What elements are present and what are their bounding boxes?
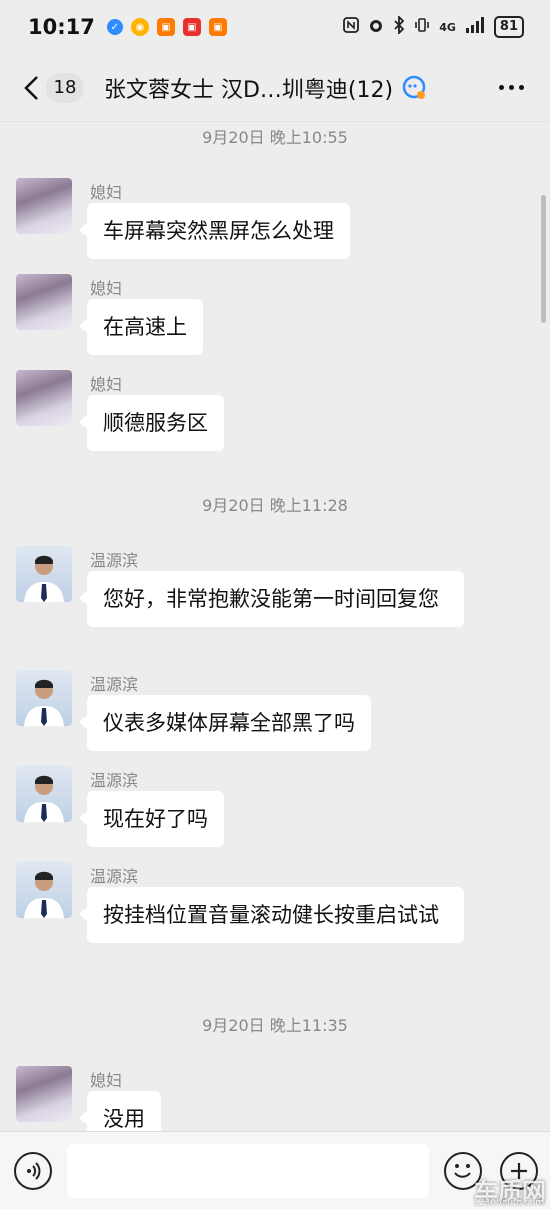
message-bubble[interactable]: 在高速上 <box>79 299 203 355</box>
watermark-url: 12365auto.com <box>473 1198 544 1208</box>
sender-name: 温源滨 <box>90 675 139 694</box>
status-time: 10:17 <box>28 15 95 39</box>
notification-icons: ✓ ◉ ▣ ▣ ▣ <box>106 18 227 36</box>
avatar[interactable] <box>16 546 72 602</box>
message-bubble[interactable]: 车屏幕突然黑屏怎么处理 <box>79 203 350 259</box>
sender-name: 温源滨 <box>90 771 139 790</box>
message-bubble[interactable]: 顺德服务区 <box>79 395 224 451</box>
taobao-app-icon-2: ▣ <box>208 18 227 36</box>
sender-name: 媳妇 <box>90 1071 123 1090</box>
avatar[interactable] <box>16 670 72 726</box>
sender-name: 媳妇 <box>90 183 123 202</box>
message-bubble[interactable]: 仪表多媒体屏幕全部黑了吗 <box>79 695 371 751</box>
battery-level: 81 <box>493 16 524 38</box>
network-type: 4G <box>439 20 456 34</box>
input-bar <box>0 1131 550 1209</box>
signal-icon <box>465 17 485 37</box>
avatar[interactable] <box>16 766 72 822</box>
message-item: 媳妇 没用 <box>16 1066 536 1131</box>
weibo-icon: ◉ <box>130 18 149 36</box>
sender-name: 媳妇 <box>90 279 123 298</box>
message-bubble[interactable]: 您好，非常抱歉没能第一时间回复您 <box>79 571 464 627</box>
system-icons: 4G 81 <box>343 14 524 38</box>
vibrate-icon <box>414 17 430 37</box>
avatar[interactable] <box>16 370 72 426</box>
voice-input-button[interactable] <box>14 1152 52 1190</box>
message-bubble[interactable]: 现在好了吗 <box>79 791 224 847</box>
sender-name: 媳妇 <box>90 375 123 394</box>
avatar[interactable] <box>16 862 72 918</box>
unread-count-badge[interactable]: 18 <box>46 72 84 103</box>
shield-app-icon: ✓ <box>106 19 123 35</box>
more-options-button[interactable] <box>499 85 524 90</box>
message-bubble[interactable]: 没用 <box>79 1091 161 1131</box>
enterprise-chat-icon <box>401 74 429 102</box>
message-input[interactable] <box>67 1144 429 1198</box>
message-bubble[interactable]: 按挂档位置音量滚动健长按重启试试 <box>79 887 464 943</box>
bluetooth-icon <box>393 14 405 38</box>
chat-title[interactable]: 张文蓉女士 汉D…圳粤迪(12) <box>104 72 393 104</box>
status-bar: 10:17 ✓ ◉ ▣ ▣ ▣ 4G 81 <box>0 0 550 54</box>
shopping-app-icon: ▣ <box>182 18 201 36</box>
avatar[interactable] <box>16 274 72 330</box>
chat-header: 18 张文蓉女士 汉D…圳粤迪(12) <box>0 54 550 122</box>
back-button[interactable] <box>20 68 42 108</box>
voice-icon <box>27 1162 41 1180</box>
chevron-left-icon <box>24 75 38 100</box>
scrollbar[interactable] <box>541 195 546 323</box>
sender-name: 温源滨 <box>90 551 139 570</box>
timestamp: 9月20日 晚上11:35 <box>202 1016 348 1035</box>
nfc-icon <box>343 17 360 37</box>
avatar[interactable] <box>16 1066 72 1122</box>
timestamp: 9月20日 晚上11:28 <box>202 496 348 515</box>
avatar[interactable] <box>16 178 72 234</box>
timestamp: 9月20日 晚上10:55 <box>202 128 348 147</box>
sender-name: 温源滨 <box>90 867 139 886</box>
alarm-icon <box>368 17 384 37</box>
taobao-app-icon: ▣ <box>156 18 175 36</box>
